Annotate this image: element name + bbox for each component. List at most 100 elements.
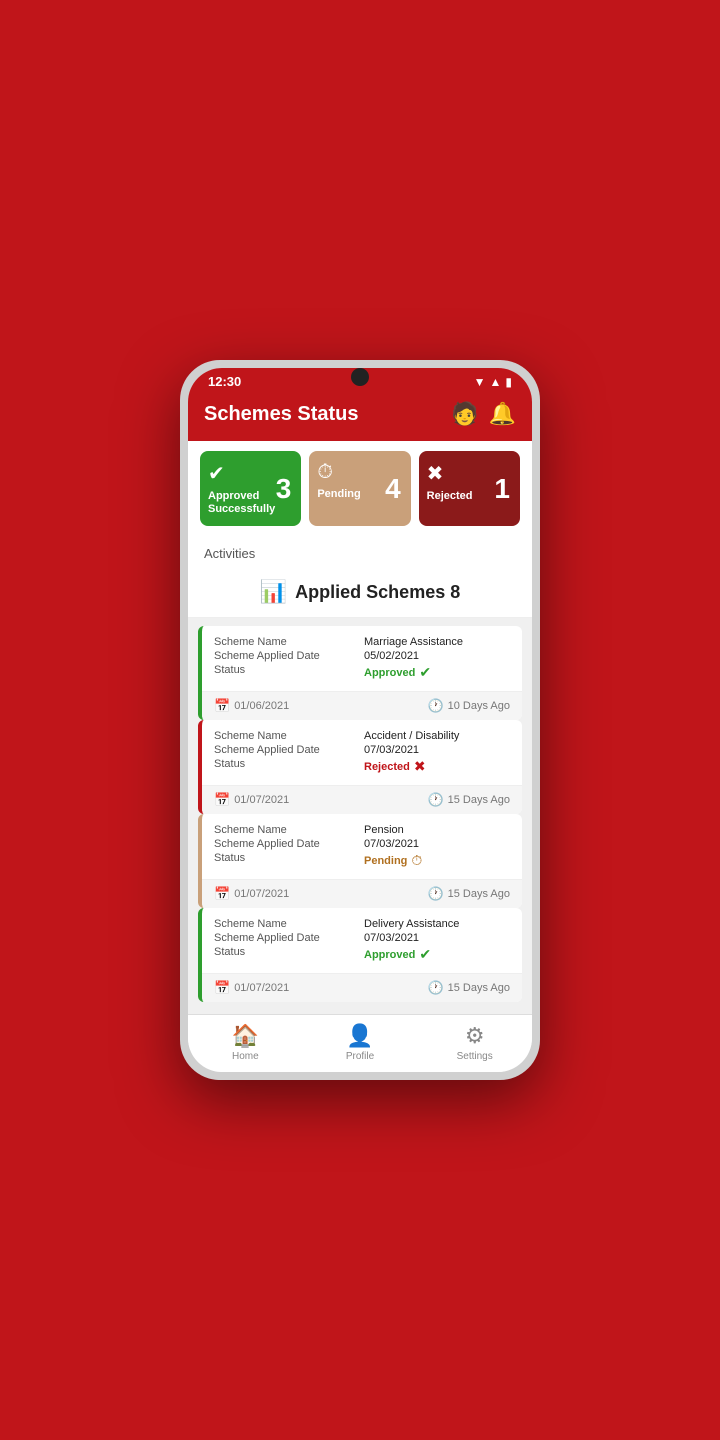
scheme-footer: 📅 01/07/2021 🕐 15 Days Ago bbox=[202, 879, 522, 908]
scheme-name-value: Delivery Assistance bbox=[364, 918, 510, 930]
scheme-name-label: Scheme Name bbox=[214, 824, 360, 836]
status-icons: ▼ ▲ ▮ bbox=[474, 375, 512, 389]
scheme-date-footer: 📅 01/07/2021 bbox=[214, 980, 289, 996]
approved-label: ApprovedSuccessfully bbox=[208, 490, 275, 516]
scheme-time-footer: 🕐 15 Days Ago bbox=[427, 792, 510, 808]
scheme-info: Scheme Name Pension Scheme Applied Date … bbox=[202, 814, 522, 879]
scheme-date-value: 07/03/2021 bbox=[364, 744, 510, 756]
nav-home[interactable]: 🏠 Home bbox=[188, 1023, 303, 1062]
scheme-time-footer: 🕐 15 Days Ago bbox=[427, 886, 510, 902]
settings-icon: ⚙ bbox=[465, 1023, 485, 1049]
footer-date: 01/06/2021 bbox=[234, 700, 289, 712]
scheme-status-row: Approved ✔ bbox=[364, 946, 510, 963]
status-dot-icon: ⏱ bbox=[411, 852, 422, 869]
rejected-label: Rejected bbox=[427, 490, 473, 503]
clock-icon: 🕐 bbox=[427, 980, 443, 996]
status-badge: Approved bbox=[364, 667, 415, 679]
scheme-status-label: Status bbox=[214, 946, 360, 963]
scheme-name-label: Scheme Name bbox=[214, 918, 360, 930]
scheme-status-row: Rejected ✖ bbox=[364, 758, 510, 775]
scheme-name-value: Marriage Assistance bbox=[364, 636, 510, 648]
page-title: Schemes Status bbox=[204, 403, 359, 426]
calendar-icon: 📅 bbox=[214, 792, 230, 808]
scheme-name-value: Pension bbox=[364, 824, 510, 836]
scheme-name-label: Scheme Name bbox=[214, 636, 360, 648]
scheme-date-value: 05/02/2021 bbox=[364, 650, 510, 662]
schemes-list: Scheme Name Marriage Assistance Scheme A… bbox=[188, 618, 532, 1014]
footer-date: 01/07/2021 bbox=[234, 888, 289, 900]
stat-card-approved[interactable]: ✔ ApprovedSuccessfully 3 bbox=[200, 451, 301, 526]
scheme-card[interactable]: Scheme Name Marriage Assistance Scheme A… bbox=[198, 626, 522, 720]
approved-count: 3 bbox=[276, 473, 292, 505]
scheme-name-label: Scheme Name bbox=[214, 730, 360, 742]
scheme-card[interactable]: Scheme Name Accident / Disability Scheme… bbox=[198, 720, 522, 814]
scheme-date-label: Scheme Applied Date bbox=[214, 744, 360, 756]
profile-icon[interactable]: 🧑 bbox=[451, 401, 478, 427]
calendar-icon: 📅 bbox=[214, 886, 230, 902]
header-actions: 🧑 🔔 bbox=[451, 401, 516, 427]
scheme-time-footer: 🕐 10 Days Ago bbox=[427, 698, 510, 714]
applied-schemes-header: 📊 Applied Schemes 8 bbox=[188, 567, 532, 618]
nav-settings[interactable]: ⚙ Settings bbox=[417, 1023, 532, 1062]
footer-date: 01/07/2021 bbox=[234, 794, 289, 806]
status-badge: Approved bbox=[364, 949, 415, 961]
status-dot-icon: ✔ bbox=[419, 664, 431, 681]
scheme-status-label: Status bbox=[214, 852, 360, 869]
status-badge: Rejected bbox=[364, 761, 410, 773]
scheme-date-label: Scheme Applied Date bbox=[214, 932, 360, 944]
footer-days-ago: 10 Days Ago bbox=[448, 700, 510, 712]
scheme-footer: 📅 01/07/2021 🕐 15 Days Ago bbox=[202, 785, 522, 814]
home-icon: 🏠 bbox=[232, 1023, 259, 1049]
scheme-info: Scheme Name Delivery Assistance Scheme A… bbox=[202, 908, 522, 973]
settings-label: Settings bbox=[457, 1051, 493, 1062]
scheme-status-label: Status bbox=[214, 664, 360, 681]
clock-icon: 🕐 bbox=[427, 698, 443, 714]
scheme-info: Scheme Name Accident / Disability Scheme… bbox=[202, 720, 522, 785]
scheme-card[interactable]: Scheme Name Pension Scheme Applied Date … bbox=[198, 814, 522, 908]
home-label: Home bbox=[232, 1051, 259, 1062]
footer-days-ago: 15 Days Ago bbox=[448, 794, 510, 806]
camera-notch bbox=[351, 368, 369, 386]
stat-card-pending[interactable]: ⏱ Pending 4 bbox=[309, 451, 410, 526]
chart-icon: 📊 bbox=[260, 579, 287, 605]
scheme-date-value: 07/03/2021 bbox=[364, 932, 510, 944]
phone-screen: 12:30 ▼ ▲ ▮ Schemes Status 🧑 🔔 ✔ Approve… bbox=[188, 368, 532, 1072]
header: Schemes Status 🧑 🔔 bbox=[188, 393, 532, 441]
nav-profile[interactable]: 👤 Profile bbox=[303, 1023, 418, 1062]
scheme-date-footer: 📅 01/06/2021 bbox=[214, 698, 289, 714]
scheme-date-label: Scheme Applied Date bbox=[214, 838, 360, 850]
scheme-card[interactable]: Scheme Name Delivery Assistance Scheme A… bbox=[198, 908, 522, 1002]
status-time: 12:30 bbox=[208, 374, 241, 389]
activities-section: Activities bbox=[188, 536, 532, 567]
footer-days-ago: 15 Days Ago bbox=[448, 982, 510, 994]
scheme-status-row: Pending ⏱ bbox=[364, 852, 510, 869]
activities-label: Activities bbox=[204, 546, 255, 561]
footer-date: 01/07/2021 bbox=[234, 982, 289, 994]
stat-card-rejected[interactable]: ✖ Rejected 1 bbox=[419, 451, 520, 526]
scheme-date-footer: 📅 01/07/2021 bbox=[214, 886, 289, 902]
approved-icon: ✔ bbox=[208, 461, 225, 486]
status-dot-icon: ✔ bbox=[419, 946, 431, 963]
scheme-info: Scheme Name Marriage Assistance Scheme A… bbox=[202, 626, 522, 691]
battery-icon: ▮ bbox=[505, 375, 512, 389]
applied-schemes-title: Applied Schemes 8 bbox=[295, 582, 460, 603]
profile-label: Profile bbox=[346, 1051, 374, 1062]
scheme-date-label: Scheme Applied Date bbox=[214, 650, 360, 662]
rejected-icon: ✖ bbox=[427, 461, 444, 486]
scheme-footer: 📅 01/07/2021 🕐 15 Days Ago bbox=[202, 973, 522, 1002]
pending-count: 4 bbox=[385, 473, 401, 505]
pending-icon: ⏱ bbox=[317, 461, 333, 484]
clock-icon: 🕐 bbox=[427, 792, 443, 808]
rejected-count: 1 bbox=[494, 473, 510, 505]
status-dot-icon: ✖ bbox=[414, 758, 426, 775]
signal-icon: ▲ bbox=[490, 375, 502, 389]
wifi-icon: ▼ bbox=[474, 375, 486, 389]
status-badge: Pending bbox=[364, 855, 407, 867]
bottom-nav: 🏠 Home 👤 Profile ⚙ Settings bbox=[188, 1014, 532, 1072]
calendar-icon: 📅 bbox=[214, 698, 230, 714]
phone-frame: 12:30 ▼ ▲ ▮ Schemes Status 🧑 🔔 ✔ Approve… bbox=[180, 360, 540, 1080]
clock-icon: 🕐 bbox=[427, 886, 443, 902]
pending-label: Pending bbox=[317, 488, 360, 501]
scheme-footer: 📅 01/06/2021 🕐 10 Days Ago bbox=[202, 691, 522, 720]
notification-icon[interactable]: 🔔 bbox=[489, 401, 516, 427]
